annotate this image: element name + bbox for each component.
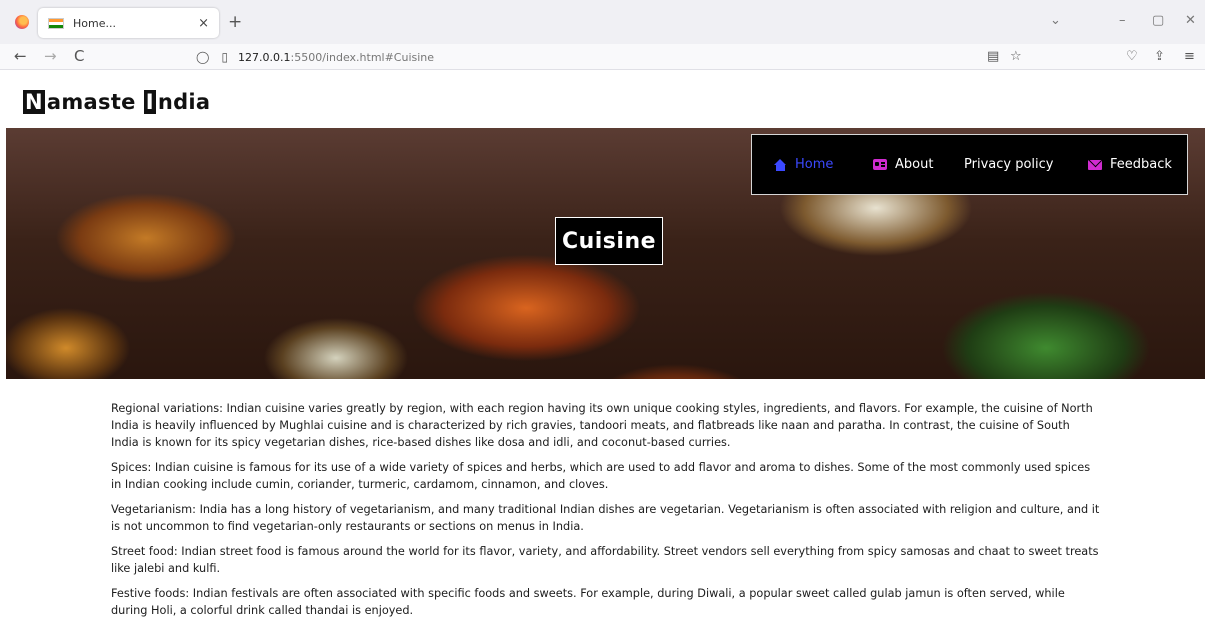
home-icon xyxy=(774,158,787,171)
main-nav-menu: Home About Privacy policy Feedback xyxy=(751,134,1188,195)
tracking-shield-icon[interactable]: ◯ xyxy=(196,50,209,64)
paragraph-street-food: Street food: Indian street food is famou… xyxy=(111,545,1099,575)
app-menu-icon[interactable]: ≡ xyxy=(1184,49,1195,64)
close-window-button[interactable]: ✕ xyxy=(1185,13,1196,28)
browser-nav-bar: ← → C ◯ ▯ 127.0.0.1:5500/index.html#Cuis… xyxy=(0,44,1205,70)
url-path: :5500/index.html#Cuisine xyxy=(290,50,435,64)
tab-title: Home... xyxy=(73,16,116,30)
paragraph-spices: Spices: Indian cuisine is famous for its… xyxy=(111,461,1091,491)
page-info-icon[interactable]: ▯ xyxy=(221,50,228,64)
firefox-logo-icon xyxy=(15,15,29,29)
nav-home-link[interactable]: Home xyxy=(774,135,833,194)
pocket-icon[interactable]: ♡ xyxy=(1126,49,1138,64)
back-button[interactable]: ← xyxy=(14,47,27,65)
paragraph-vegetarianism: Vegetarianism: India has a long history … xyxy=(111,503,1100,533)
envelope-icon xyxy=(1088,159,1102,170)
url-text[interactable]: 127.0.0.1:5500/index.html#Cuisine xyxy=(238,51,434,64)
tab-close-icon[interactable]: × xyxy=(198,16,209,31)
reload-button[interactable]: C xyxy=(74,47,84,65)
nav-privacy-link[interactable]: Privacy policy xyxy=(964,135,1053,194)
browser-tab-bar: Home... × + ⌄ – ▢ ✕ xyxy=(0,0,1205,44)
nav-privacy-label: Privacy policy xyxy=(964,157,1054,172)
india-flag-icon xyxy=(48,17,64,29)
nav-about-link[interactable]: About xyxy=(873,135,933,194)
logo-letter-i: I xyxy=(143,90,156,114)
site-logo[interactable]: N amaste I ndia xyxy=(23,90,210,114)
id-card-icon xyxy=(873,159,887,170)
minimize-button[interactable]: – xyxy=(1119,13,1126,28)
url-host: 127.0.0.1 xyxy=(238,50,291,64)
restore-button[interactable]: ▢ xyxy=(1152,13,1164,28)
nav-home-label: Home xyxy=(795,157,834,172)
paragraph-festive-foods: Festive foods: Indian festivals are ofte… xyxy=(111,587,1065,617)
forward-button[interactable]: → xyxy=(44,47,57,65)
nav-about-label: About xyxy=(895,157,934,172)
cuisine-content: Regional variations: Indian cuisine vari… xyxy=(111,400,1101,627)
bookmark-star-icon[interactable]: ☆ xyxy=(1010,49,1022,64)
nav-feedback-link[interactable]: Feedback xyxy=(1088,135,1172,194)
site-header: N amaste I ndia xyxy=(0,71,1205,128)
paragraph-regional: Regional variations: Indian cuisine vari… xyxy=(111,402,1093,449)
extensions-icon[interactable]: ⇪ xyxy=(1154,49,1165,64)
logo-word-2: ndia xyxy=(157,90,211,114)
list-all-tabs-icon[interactable]: ⌄ xyxy=(1050,13,1061,28)
url-bar[interactable]: ◯ ▯ 127.0.0.1:5500/index.html#Cuisine xyxy=(186,47,1016,67)
logo-letter-n: N xyxy=(23,90,45,114)
logo-word-1: amaste xyxy=(46,90,136,114)
new-tab-button[interactable]: + xyxy=(228,12,242,32)
reader-view-icon[interactable]: ▤ xyxy=(987,49,999,64)
browser-tab[interactable]: Home... × xyxy=(38,8,219,38)
page-title: Cuisine xyxy=(555,217,663,265)
nav-feedback-label: Feedback xyxy=(1110,157,1172,172)
